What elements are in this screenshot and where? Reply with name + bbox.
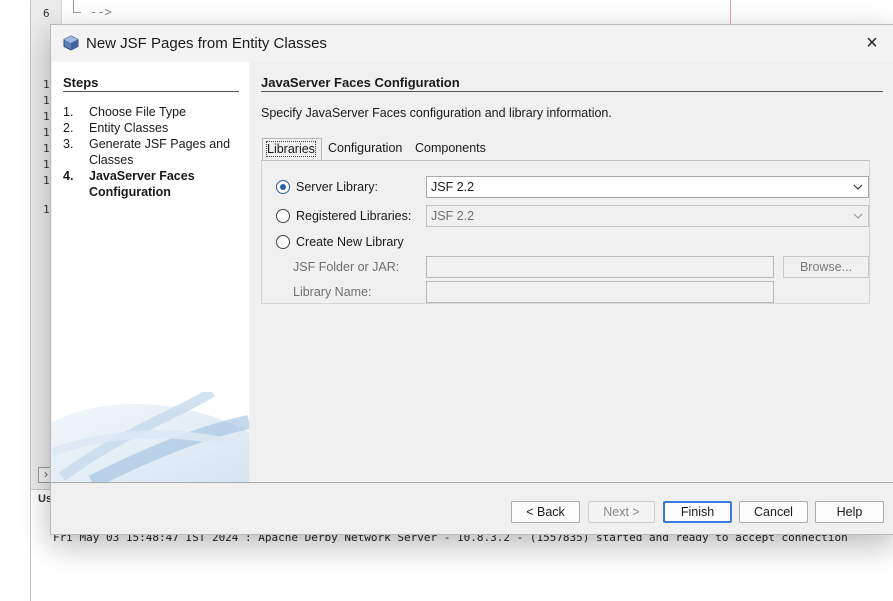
registered-libraries-label: Registered Libraries: [296,209,412,223]
close-button[interactable]: × [857,31,887,57]
configuration-panel: JavaServer Faces Configuration Specify J… [249,62,893,482]
server-library-select[interactable]: JSF 2.2 [426,176,869,198]
tab-configuration[interactable]: Configuration [324,138,406,160]
step-number: 2. [63,121,74,135]
new-jsf-pages-dialog: New JSF Pages from Entity Classes × Step… [50,24,893,535]
cancel-button[interactable]: Cancel [739,501,808,523]
registered-libraries-select[interactable]: JSF 2.2 [426,205,869,227]
button-bar-divider [51,482,893,483]
tab-label: Components [415,141,486,155]
step-label: Entity Classes [89,121,169,135]
netbeans-cube-icon [63,35,79,51]
tab-label: Configuration [328,141,403,155]
step-label: Choose File Type [89,105,187,119]
dialog-titlebar[interactable]: New JSF Pages from Entity Classes × [51,25,893,62]
step-number: 1. [63,105,74,119]
chevron-down-icon [853,184,863,190]
server-library-value: JSF 2.2 [431,180,475,194]
tab-components[interactable]: Components [411,138,490,160]
step-label: Generate JSF Pages and Classes [89,137,231,167]
dialog-title: New JSF Pages from Entity Classes [86,35,327,52]
code-line: --> [90,5,112,19]
step-number: 4. [63,169,74,183]
registered-libraries-radio[interactable] [276,209,290,223]
create-new-library-radio[interactable] [276,235,290,249]
browse-button[interactable]: Browse... [783,256,869,278]
panel-title: JavaServer Faces Configuration [261,75,460,90]
server-library-radio[interactable] [276,180,290,194]
step-label: JavaServer Faces Configuration [89,169,195,199]
finish-button[interactable]: Finish [663,501,732,523]
editor-right-margin [730,0,731,24]
tab-libraries[interactable]: Libraries [262,138,322,160]
steps-title: Steps [63,75,99,90]
create-new-library-label: Create New Library [296,235,404,249]
library-name-label: Library Name: [293,285,372,299]
steps-divider [63,91,239,92]
decorative-swoosh-graphic [52,392,249,482]
panel-divider [261,91,883,92]
next-button[interactable]: Next > [588,501,655,523]
fold-marker [73,0,81,13]
library-name-input[interactable] [426,281,774,303]
tab-label: Libraries [266,141,316,157]
step-number: 3. [63,137,74,151]
back-button[interactable]: < Back [511,501,580,523]
libraries-tab-content: Server Library: JSF 2.2 Registered Libra… [261,160,870,304]
registered-libraries-value: JSF 2.2 [431,209,475,223]
help-button[interactable]: Help [815,501,884,523]
steps-panel: Steps 1. Choose File Type 2. Entity Clas… [52,62,249,482]
panel-description: Specify JavaServer Faces configuration a… [261,106,612,120]
server-library-label: Server Library: [296,180,378,194]
close-icon: × [866,32,878,54]
line-number: 6 [43,7,50,20]
jsf-folder-label: JSF Folder or JAR: [293,260,400,274]
ide-left-strip [0,0,31,601]
jsf-folder-input[interactable] [426,256,774,278]
chevron-down-icon [853,213,863,219]
